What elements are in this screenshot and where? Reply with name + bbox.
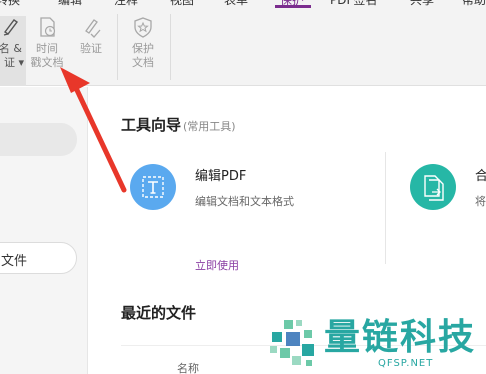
left-panel: 文件 xyxy=(0,87,88,374)
timestamp-line1: 时间 xyxy=(36,42,58,55)
tools-title: 工具向导 xyxy=(121,116,182,134)
edit-pdf-tool-icon[interactable] xyxy=(130,164,176,210)
verify-label: 验证 xyxy=(80,42,102,55)
watermark-sub: QFSP.NET xyxy=(378,358,434,369)
menu-view[interactable]: 视图 xyxy=(170,0,194,8)
menu-help[interactable]: 帮助 xyxy=(462,0,486,8)
column-header-name[interactable]: 名称 xyxy=(177,360,199,374)
tools-divider xyxy=(385,152,386,264)
left-search-pill[interactable] xyxy=(0,123,77,156)
timestamp-button[interactable]: 时间 戳文档 xyxy=(29,16,65,70)
merge-tool-icon[interactable] xyxy=(410,164,456,210)
ribbon-separator xyxy=(170,14,171,80)
tools-section-title: 工具向导 (常用工具) xyxy=(121,114,236,135)
menu-comment[interactable]: 注释 xyxy=(114,0,138,8)
sign-line1: 名 & xyxy=(0,42,22,55)
menu-share[interactable]: 共享 xyxy=(410,0,434,8)
clock-document-icon xyxy=(40,17,56,37)
edit-pdf-name[interactable]: 编辑PDF xyxy=(195,165,246,184)
shield-star-icon xyxy=(134,17,152,38)
use-now-link[interactable]: 立即使用 xyxy=(195,257,239,273)
menu-edit[interactable]: 编辑 xyxy=(58,0,82,8)
menu-bar: 转换 编辑 注释 视图 表单 保护 PDF签名 共享 帮助 xyxy=(0,0,486,8)
merge-documents-icon xyxy=(424,175,444,201)
ribbon-toolbar: 名 & 证 ▾ 时间 戳文档 验证 保护 文档 xyxy=(0,8,486,86)
merge-tool-desc: 将 xyxy=(475,195,486,208)
edit-pdf-desc: 编辑文档和文本格式 xyxy=(195,195,294,208)
sign-certify-button[interactable]: 名 & 证 ▾ xyxy=(0,16,26,86)
timestamp-line2: 戳文档 xyxy=(30,56,64,69)
merge-tool-name[interactable]: 合 xyxy=(475,165,486,184)
menu-convert[interactable]: 转换 xyxy=(0,0,20,8)
watermark-text: 量链科技 xyxy=(324,317,477,358)
verify-pen-icon xyxy=(85,19,101,38)
pen-sign-icon xyxy=(3,19,19,36)
open-file-button[interactable]: 文件 xyxy=(0,242,77,274)
text-box-icon xyxy=(142,176,164,198)
watermark-logo-icon xyxy=(270,320,314,366)
verify-button[interactable]: 验证 xyxy=(74,16,108,56)
tools-subtitle: (常用工具) xyxy=(183,120,236,133)
sign-line2: 证 ▾ xyxy=(3,56,24,69)
recent-files-title: 最近的文件 xyxy=(121,304,197,322)
open-file-label: 文件 xyxy=(1,254,28,269)
menu-pdf-sign[interactable]: PDF签名 xyxy=(330,0,377,8)
protect-line1: 保护 xyxy=(132,42,154,55)
protect-document-button[interactable]: 保护 文档 xyxy=(126,16,160,70)
menu-form[interactable]: 表单 xyxy=(224,0,248,8)
protect-line2: 文档 xyxy=(132,56,154,69)
ribbon-separator xyxy=(117,14,118,80)
watermark: 量链科技 QFSP.NET xyxy=(266,316,486,374)
